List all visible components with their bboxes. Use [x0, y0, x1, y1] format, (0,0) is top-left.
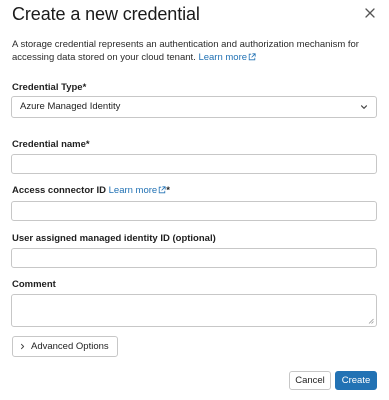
managed-identity-label: User assigned managed identity ID (optio…	[12, 233, 216, 244]
description-text: A storage credential represents an authe…	[12, 39, 359, 63]
credential-type-select[interactable]: Azure Managed Identity	[11, 96, 377, 118]
dialog-title: Create a new credential	[12, 4, 200, 24]
learn-more-link[interactable]: Learn more	[198, 52, 256, 63]
advanced-options-label: Advanced Options	[31, 341, 109, 352]
cancel-button[interactable]: Cancel	[289, 371, 331, 390]
comment-label: Comment	[12, 279, 56, 290]
credential-type-label: Credential Type*	[12, 82, 87, 93]
resize-handle-icon[interactable]	[368, 318, 374, 324]
credential-type-value: Azure Managed Identity	[20, 101, 121, 112]
close-icon[interactable]	[363, 6, 377, 20]
access-connector-learn-more-link[interactable]: Learn more	[109, 185, 167, 196]
access-connector-input[interactable]	[11, 201, 377, 221]
managed-identity-input[interactable]	[11, 248, 377, 268]
credential-name-label: Credential name*	[12, 139, 90, 150]
advanced-options-button[interactable]: Advanced Options	[12, 336, 118, 357]
external-link-icon	[248, 52, 256, 60]
create-button[interactable]: Create	[335, 371, 377, 390]
chevron-right-icon	[20, 343, 25, 350]
required-mark: *	[166, 185, 170, 196]
access-connector-learn-more-label: Learn more	[108, 185, 158, 196]
credential-name-input[interactable]	[11, 154, 377, 174]
chevron-down-icon	[360, 105, 368, 109]
comment-textarea[interactable]	[11, 294, 377, 327]
access-connector-label: Access connector ID Learn more *	[12, 185, 170, 197]
dialog-description: A storage credential represents an authe…	[12, 38, 378, 64]
access-connector-label-text: Access connector ID	[12, 185, 106, 196]
create-credential-dialog: Create a new credential A storage creden…	[0, 0, 389, 400]
learn-more-label: Learn more	[198, 52, 248, 63]
